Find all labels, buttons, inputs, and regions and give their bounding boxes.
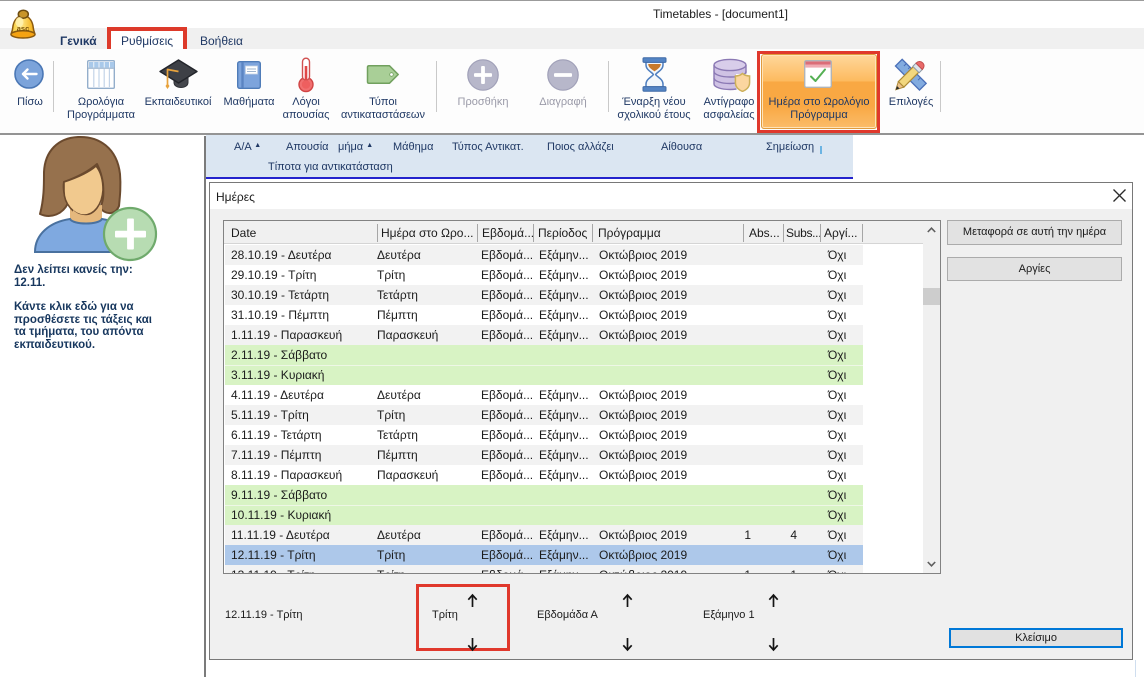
svg-text:asc: asc [17, 24, 30, 33]
